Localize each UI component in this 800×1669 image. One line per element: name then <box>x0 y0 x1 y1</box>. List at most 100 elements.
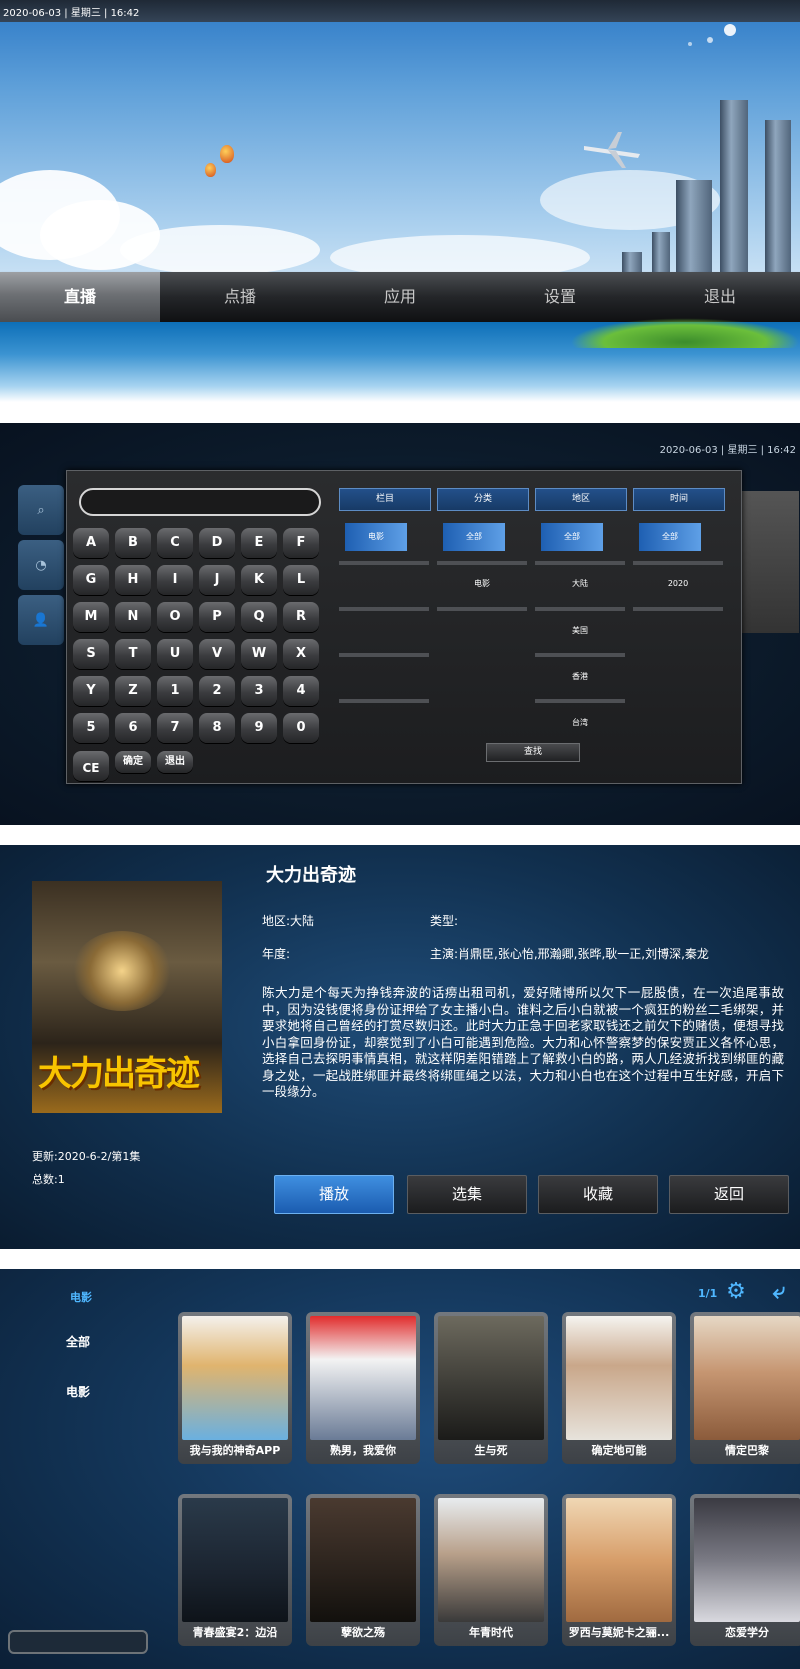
key[interactable]: L <box>283 565 319 595</box>
menu-apps[interactable]: 应用 <box>320 272 480 322</box>
home-screen: 2020-06-03 | 星期三 | 16:42 直播 点播 应用 设置 退出 <box>0 0 800 402</box>
favorite-button[interactable]: 收藏 <box>538 1175 658 1214</box>
key[interactable]: 3 <box>241 676 277 706</box>
movie-card-title: 生与死 <box>474 1444 508 1457</box>
divider <box>535 561 625 565</box>
filter-option[interactable]: 大陆 <box>549 570 611 598</box>
menu-settings[interactable]: 设置 <box>480 272 640 322</box>
key[interactable]: P <box>199 602 235 632</box>
menu-exit[interactable]: 退出 <box>640 272 800 322</box>
key[interactable]: F <box>283 528 319 558</box>
search-screen: 2020-06-03 | 星期三 | 16:42 ⌕ ◔ 👤 A B C D E… <box>0 423 800 825</box>
divider <box>535 653 625 657</box>
key[interactable]: I <box>157 565 193 595</box>
movie-card[interactable]: 恋爱学分 <box>690 1494 800 1646</box>
key[interactable]: 6 <box>115 713 151 743</box>
movie-card[interactable]: 青春盛宴2：边沿 <box>178 1494 292 1646</box>
find-button[interactable]: 查找 <box>486 743 580 762</box>
column-header-lanmu: 栏目 <box>339 488 431 511</box>
filter-option[interactable]: 美国 <box>549 617 611 645</box>
datetime-label: 2020-06-03 | 星期三 | 16:42 <box>3 8 140 19</box>
divider <box>339 561 429 565</box>
key[interactable]: 2 <box>199 676 235 706</box>
region-label: 地区:大陆 <box>262 914 315 928</box>
movie-card[interactable]: 我与我的神奇APP <box>178 1312 292 1464</box>
sparkle-icon <box>688 24 736 46</box>
movie-card[interactable]: 确定地可能 <box>562 1312 676 1464</box>
balloon-icon <box>220 145 234 163</box>
filter-option[interactable]: 2020 <box>647 570 709 598</box>
filter-option[interactable]: 全部 <box>541 523 603 551</box>
key[interactable]: Q <box>241 602 277 632</box>
library-screen: 电影 全部 电影 1/1 ⚙ ⤶ 我与我的神奇APP 熟男，我爱你 生与死 确定… <box>0 1269 800 1669</box>
movie-description: 陈大力是个每天为挣钱奔波的话痨出租司机，爱好赌博所以欠下一屁股债，在一次追尾事故… <box>262 985 784 1099</box>
movie-card-title: 我与我的神奇APP <box>189 1444 281 1457</box>
exit-key[interactable]: 退出 <box>157 751 193 773</box>
menu-vod[interactable]: 点播 <box>160 272 320 322</box>
divider <box>339 653 429 657</box>
back-button[interactable]: 返回 <box>669 1175 789 1214</box>
poster-logo-text: 大力出奇迹 <box>38 1054 200 1094</box>
key[interactable]: B <box>115 528 151 558</box>
key[interactable]: 5 <box>73 713 109 743</box>
menu-live[interactable]: 直播 <box>0 272 160 322</box>
key[interactable]: 9 <box>241 713 277 743</box>
key[interactable]: 0 <box>283 713 319 743</box>
key[interactable]: O <box>157 602 193 632</box>
sidebar-search-tab[interactable]: ⌕ <box>18 485 64 535</box>
key[interactable]: K <box>241 565 277 595</box>
key[interactable]: E <box>241 528 277 558</box>
movie-card[interactable]: 孽欲之殇 <box>306 1494 420 1646</box>
back-arrow-icon[interactable]: ⤶ <box>766 1279 792 1305</box>
key[interactable]: U <box>157 639 193 669</box>
filter-option[interactable]: 电影 <box>451 570 513 598</box>
play-button[interactable]: 播放 <box>274 1175 394 1214</box>
divider <box>437 561 527 565</box>
sidebar-history-tab[interactable]: ◔ <box>18 540 64 590</box>
filter-option[interactable]: 香港 <box>549 663 611 691</box>
key[interactable]: J <box>199 565 235 595</box>
movie-card[interactable]: 生与死 <box>434 1312 548 1464</box>
clear-key[interactable]: CE <box>73 751 109 781</box>
key[interactable]: R <box>283 602 319 632</box>
movie-card[interactable]: 年青时代 <box>434 1494 548 1646</box>
category-item-movie[interactable]: 电影 <box>66 1383 90 1400</box>
key[interactable]: A <box>73 528 109 558</box>
search-input[interactable] <box>79 488 321 516</box>
key[interactable]: D <box>199 528 235 558</box>
category-title: 电影 <box>70 1291 92 1304</box>
sidebar-user-tab[interactable]: 👤 <box>18 595 64 645</box>
gear-icon[interactable]: ⚙ <box>724 1280 748 1304</box>
filter-option[interactable]: 全部 <box>443 523 505 551</box>
key[interactable]: Z <box>115 676 151 706</box>
movie-card[interactable]: 熟男，我爱你 <box>306 1312 420 1464</box>
movie-card[interactable]: 情定巴黎 <box>690 1312 800 1464</box>
key[interactable]: 1 <box>157 676 193 706</box>
episodes-button[interactable]: 选集 <box>407 1175 527 1214</box>
key[interactable]: G <box>73 565 109 595</box>
category-item-all[interactable]: 全部 <box>66 1333 90 1350</box>
filter-option[interactable]: 台湾 <box>549 709 611 737</box>
key[interactable]: W <box>241 639 277 669</box>
library-search-input[interactable] <box>8 1630 148 1654</box>
filter-option[interactable]: 全部 <box>639 523 701 551</box>
key[interactable]: V <box>199 639 235 669</box>
key[interactable]: 4 <box>283 676 319 706</box>
movie-card[interactable]: 罗西与莫妮卡之骊... <box>562 1494 676 1646</box>
key[interactable]: C <box>157 528 193 558</box>
movie-title: 大力出奇迹 <box>266 865 356 886</box>
key[interactable]: T <box>115 639 151 669</box>
key[interactable]: S <box>73 639 109 669</box>
search-dialog: A B C D E F G H I J K L M N O P Q R S T … <box>66 470 742 784</box>
key[interactable]: X <box>283 639 319 669</box>
divider <box>633 607 723 611</box>
confirm-key[interactable]: 确定 <box>115 751 151 773</box>
key[interactable]: Y <box>73 676 109 706</box>
key[interactable]: M <box>73 602 109 632</box>
key[interactable]: 7 <box>157 713 193 743</box>
key[interactable]: 8 <box>199 713 235 743</box>
key[interactable]: N <box>115 602 151 632</box>
key[interactable]: H <box>115 565 151 595</box>
datetime-label: 2020-06-03 | 星期三 | 16:42 <box>659 445 796 456</box>
filter-option[interactable]: 电影 <box>345 523 407 551</box>
